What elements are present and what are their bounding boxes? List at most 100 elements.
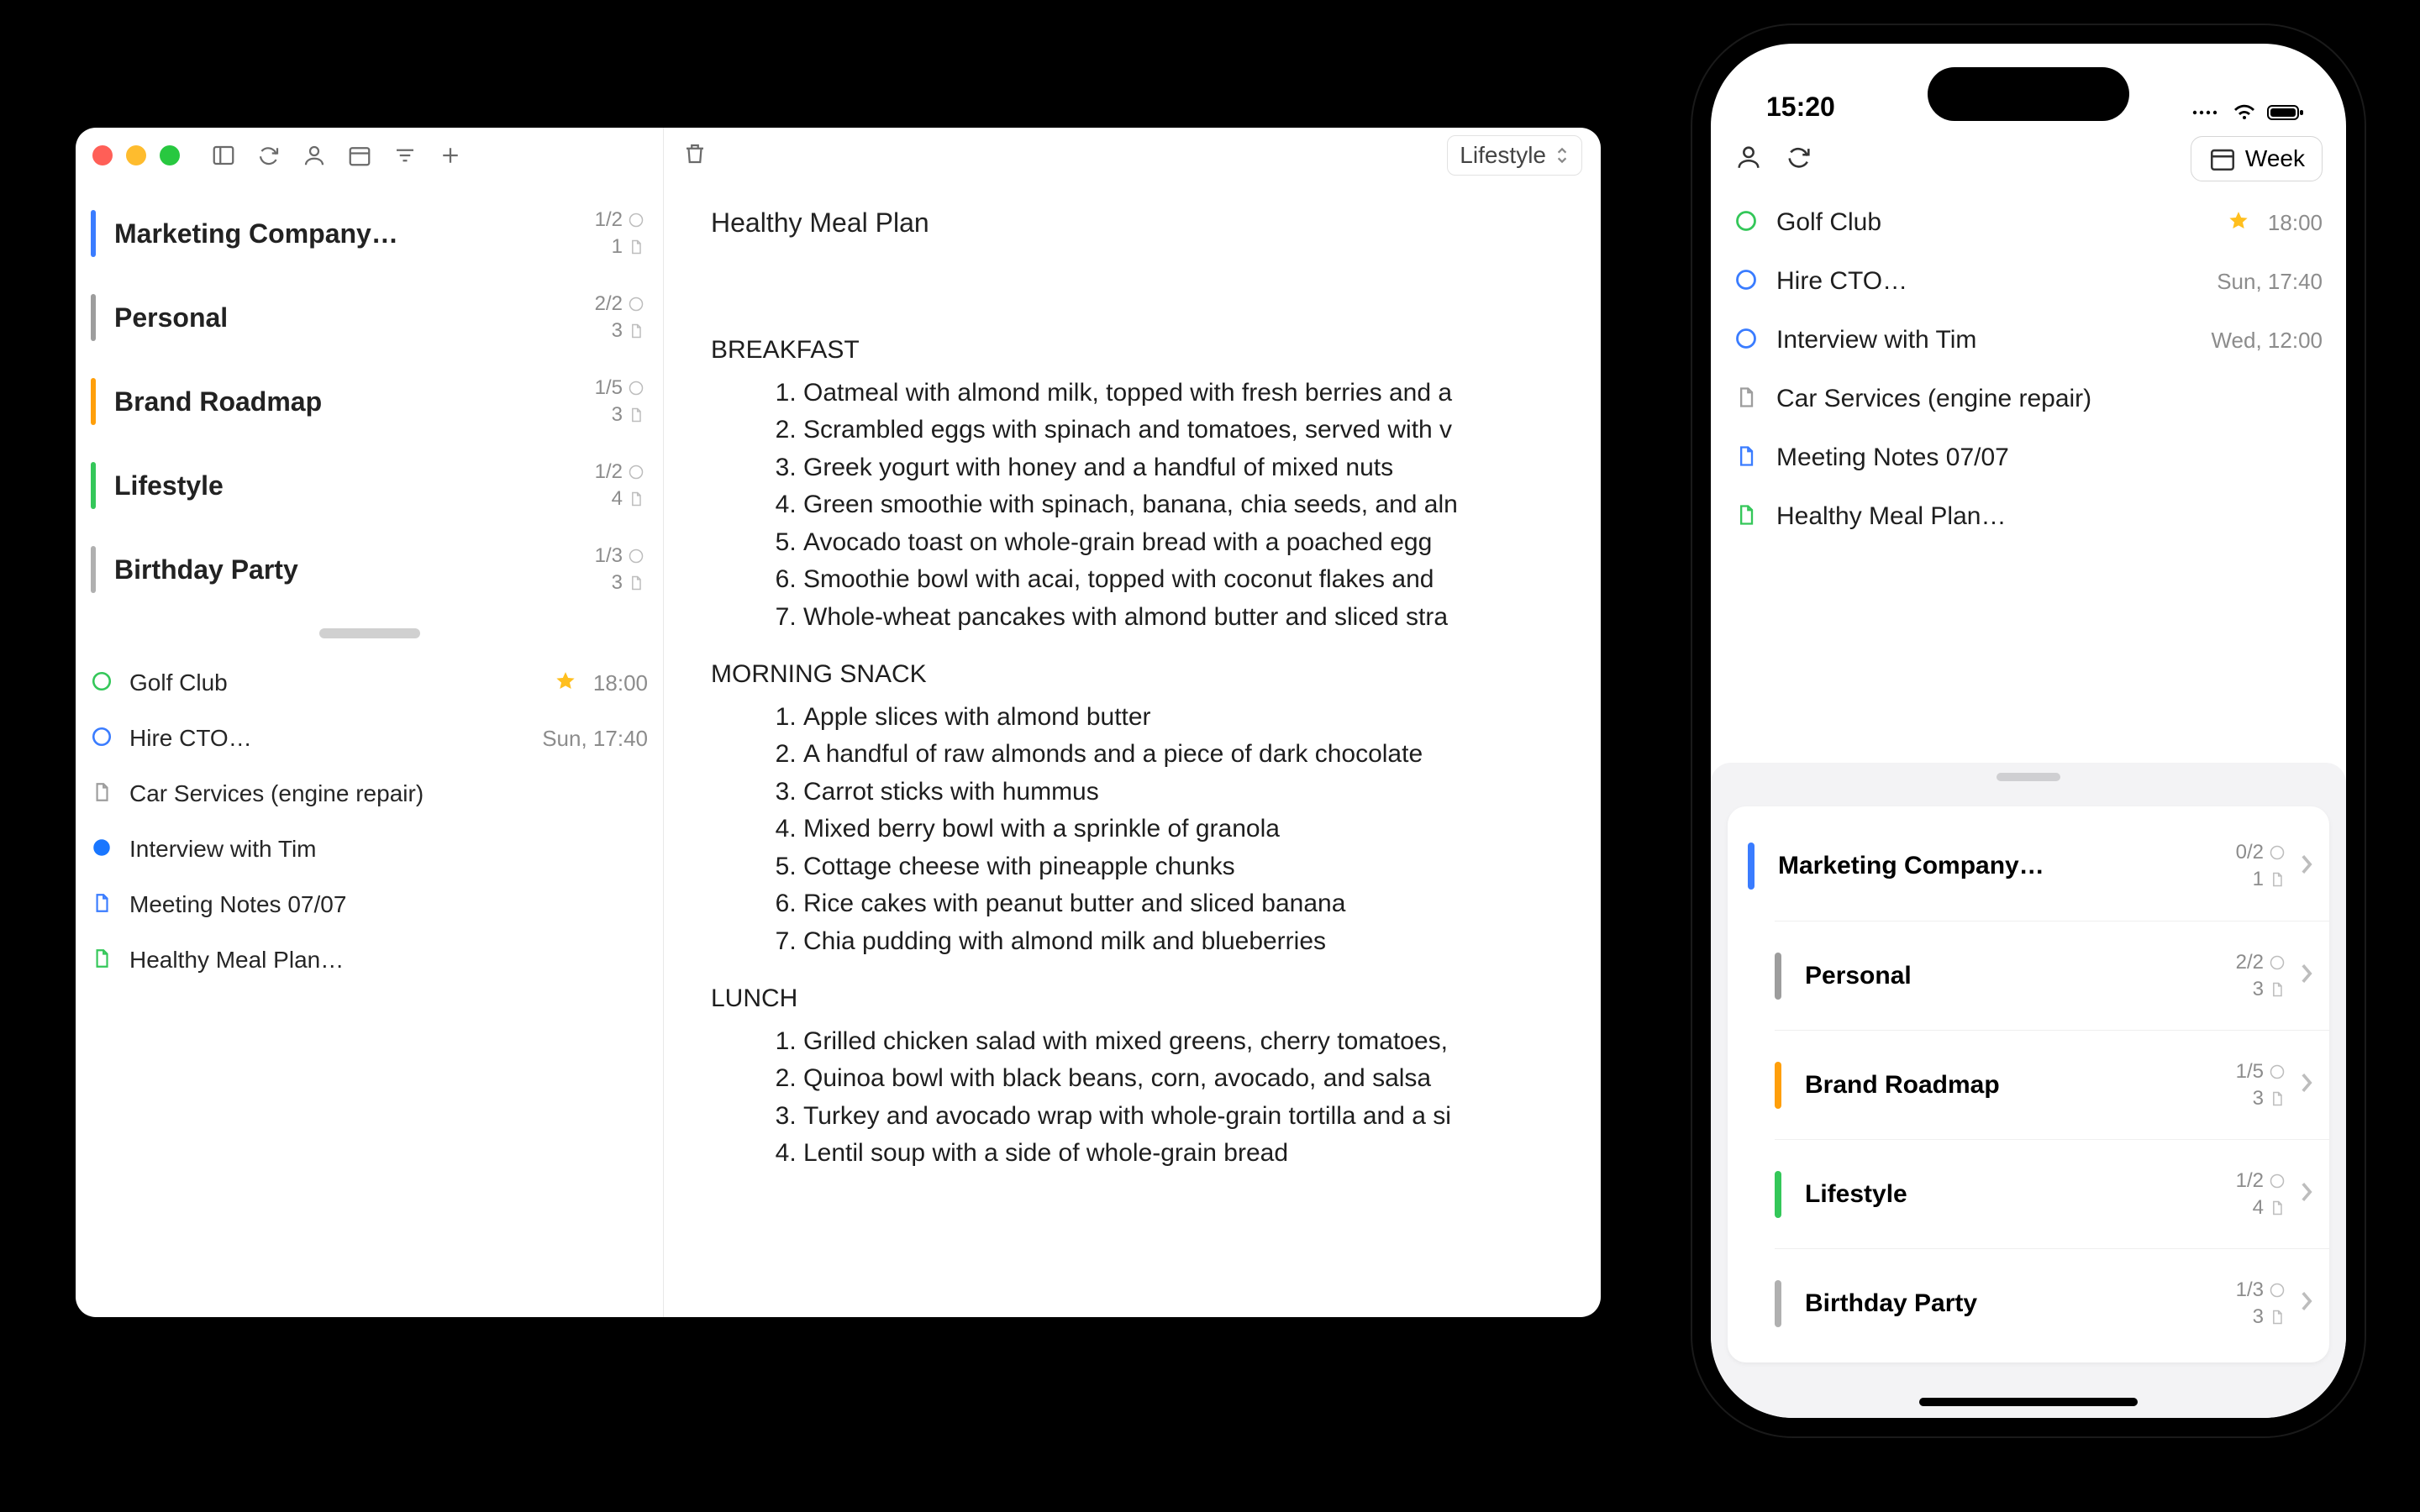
list-meta: 1/3 3 (595, 544, 644, 595)
task-name: Interview with Tim (129, 836, 648, 863)
calendar-icon (2208, 144, 2237, 173)
chevron-right-icon (2299, 962, 2314, 990)
task-time: Sun, 17:40 (2217, 269, 2323, 295)
note-list-item: Quinoa bowl with black beans, corn, avoc… (803, 1060, 1554, 1098)
phone-list-item[interactable]: Birthday Party 1/3 3 (1775, 1248, 2329, 1357)
delete-note-button[interactable] (682, 141, 708, 171)
task-row[interactable]: Interview with Tim (91, 822, 648, 877)
home-indicator[interactable] (1919, 1398, 2138, 1406)
list-name: Marketing Company… (114, 218, 595, 249)
note-section-heading: LUNCH (711, 982, 1554, 1016)
note-list-item: Green smoothie with spinach, banana, chi… (803, 486, 1554, 524)
refresh-button[interactable] (252, 139, 286, 172)
chevron-right-icon (2299, 1289, 2314, 1317)
phone-list-item[interactable]: Personal 2/2 3 (1775, 921, 2329, 1030)
sidebar-list-item[interactable]: Personal 2/2 3 (86, 276, 653, 360)
list-color-stripe (91, 462, 96, 509)
task-bullet-icon (1734, 386, 1758, 413)
phone-lists-sheet: Marketing Company… 0/2 1 Personal 2/2 3 … (1711, 763, 2346, 1418)
close-window-button[interactable] (92, 145, 113, 165)
note-body[interactable]: Healthy Meal Plan BREAKFAST Oatmeal with… (664, 183, 1601, 1194)
note-list-item: A handful of raw almonds and a piece of … (803, 736, 1554, 774)
titlebar (76, 128, 663, 183)
task-time: Sun, 17:40 (542, 726, 648, 752)
fullscreen-window-button[interactable] (160, 145, 180, 165)
sheet-drag-handle[interactable] (1996, 773, 2060, 781)
task-bullet-icon (91, 892, 113, 918)
sidebar-list-item[interactable]: Lifestyle 1/2 4 (86, 444, 653, 528)
add-button[interactable] (434, 139, 467, 172)
toggle-sidebar-button[interactable] (207, 139, 240, 172)
account-button[interactable] (297, 139, 331, 172)
star-icon (2228, 210, 2249, 236)
list-color-stripe (1775, 953, 1781, 1000)
list-name: Brand Roadmap (114, 386, 595, 417)
phone-task-row[interactable]: Golf Club 18:00 (1734, 193, 2323, 252)
list-name: Lifestyle (114, 470, 595, 501)
filter-button[interactable] (388, 139, 422, 172)
phone-task-row[interactable]: Healthy Meal Plan… (1734, 487, 2323, 546)
note-list-item: Turkey and avocado wrap with whole-grain… (803, 1098, 1554, 1136)
list-name: Birthday Party (114, 554, 595, 585)
tag-select[interactable]: Lifestyle (1447, 135, 1582, 176)
tasks-panel: Golf Club 18:00 Hire CTO… Sun, 17:40 Car… (76, 655, 663, 1317)
phone-task-row[interactable]: Car Services (engine repair) (1734, 370, 2323, 428)
phone-account-button[interactable] (1734, 143, 1763, 176)
list-name: Personal (114, 302, 595, 333)
task-time: Wed, 12:00 (2211, 328, 2323, 354)
list-color-stripe (1775, 1171, 1781, 1218)
task-bullet-icon (1734, 444, 1758, 472)
note-list-item: Oatmeal with almond milk, topped with fr… (803, 375, 1554, 412)
chevron-right-icon (2299, 1180, 2314, 1208)
note-pane: Lifestyle Healthy Meal Plan BREAKFAST Oa… (664, 128, 1601, 1317)
task-name: Healthy Meal Plan… (129, 947, 648, 974)
lists-panel: Marketing Company… 1/2 1 Personal 2/2 3 … (76, 183, 663, 612)
list-meta: 2/2 3 (2236, 951, 2286, 1001)
sidebar-list-item[interactable]: Brand Roadmap 1/5 3 (86, 360, 653, 444)
note-list-item: Smoothie bowl with acai, topped with coc… (803, 561, 1554, 599)
task-row[interactable]: Golf Club 18:00 (91, 655, 648, 711)
dynamic-island (1928, 67, 2129, 121)
list-meta: 1/5 3 (595, 376, 644, 427)
phone-list-item[interactable]: Lifestyle 1/2 4 (1775, 1139, 2329, 1248)
note-section-list: Grilled chicken salad with mixed greens,… (711, 1023, 1554, 1173)
note-section-list: Oatmeal with almond milk, topped with fr… (711, 375, 1554, 637)
note-section-list: Apple slices with almond butterA handful… (711, 699, 1554, 961)
list-color-stripe (91, 294, 96, 341)
phone-task-row[interactable]: Interview with Tim Wed, 12:00 (1734, 311, 2323, 370)
list-color-stripe (1748, 843, 1754, 890)
task-row[interactable]: Hire CTO… Sun, 17:40 (91, 711, 648, 766)
note-list-item: Cottage cheese with pineapple chunks (803, 848, 1554, 886)
list-meta: 1/2 4 (2236, 1169, 2286, 1220)
tag-select-label: Lifestyle (1460, 142, 1546, 169)
list-meta: 0/2 1 (2236, 841, 2286, 891)
note-toolbar: Lifestyle (664, 128, 1601, 183)
view-mode-button[interactable]: Week (2191, 136, 2323, 181)
status-icons (2191, 102, 2304, 123)
list-name: Lifestyle (1805, 1180, 2236, 1209)
task-name: Golf Club (129, 669, 538, 696)
phone-task-row[interactable]: Hire CTO… Sun, 17:40 (1734, 252, 2323, 311)
note-list-item: Lentil soup with a side of whole-grain b… (803, 1135, 1554, 1173)
phone-refresh-button[interactable] (1785, 143, 1813, 176)
note-list-item: Scrambled eggs with spinach and tomatoes… (803, 412, 1554, 449)
split-drag-handle[interactable] (319, 628, 420, 638)
list-color-stripe (1775, 1062, 1781, 1109)
task-bullet-icon (91, 670, 113, 696)
task-bullet-icon (1734, 503, 1758, 531)
note-list-item: Chia pudding with almond milk and bluebe… (803, 923, 1554, 961)
task-row[interactable]: Meeting Notes 07/07 (91, 877, 648, 932)
minimize-window-button[interactable] (126, 145, 146, 165)
calendar-button[interactable] (343, 139, 376, 172)
task-row[interactable]: Healthy Meal Plan… (91, 932, 648, 988)
task-bullet-icon (91, 837, 113, 863)
sidebar-list-item[interactable]: Birthday Party 1/3 3 (86, 528, 653, 612)
task-row[interactable]: Car Services (engine repair) (91, 766, 648, 822)
phone-list-item[interactable]: Brand Roadmap 1/5 3 (1775, 1030, 2329, 1139)
sidebar-list-item[interactable]: Marketing Company… 1/2 1 (86, 192, 653, 276)
task-name: Hire CTO… (1776, 267, 2198, 296)
phone-task-row[interactable]: Meeting Notes 07/07 (1734, 428, 2323, 487)
battery-icon (2267, 102, 2304, 123)
list-name: Birthday Party (1805, 1289, 2236, 1318)
phone-list-item[interactable]: Marketing Company… 0/2 1 (1728, 811, 2329, 921)
